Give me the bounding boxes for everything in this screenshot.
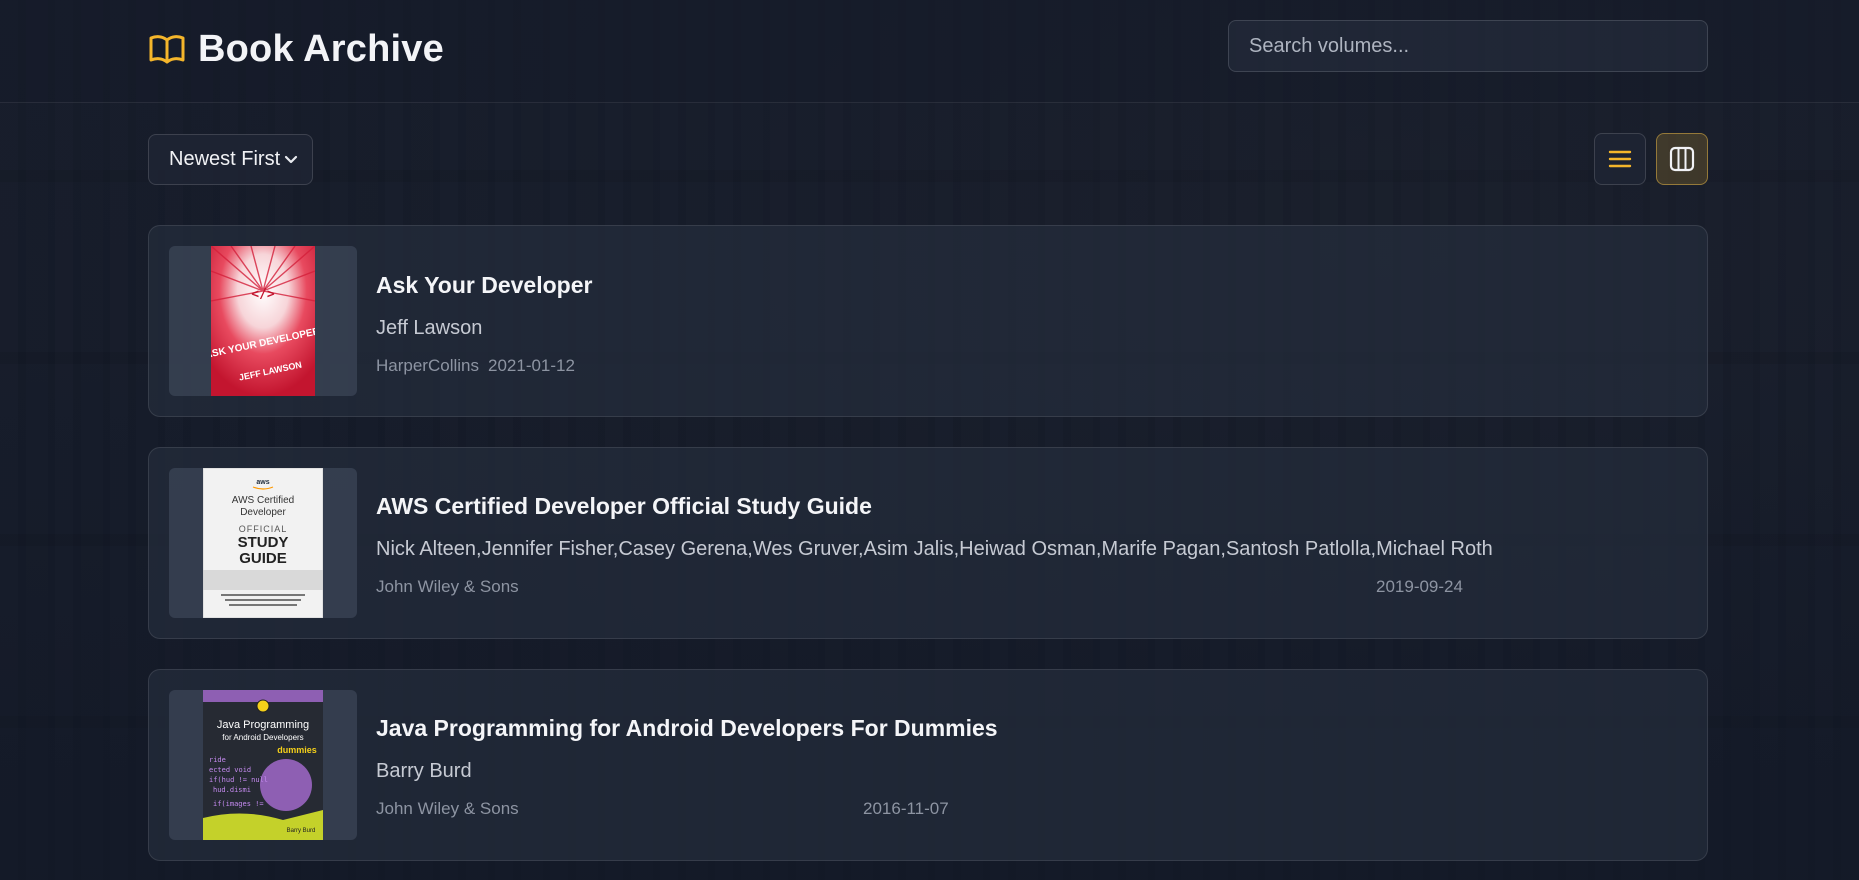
cover-frame: </> ASK YOUR DEVELOPER JEFF LAWSON [169, 246, 357, 396]
cover-line: Developer [240, 507, 286, 518]
cover-line: AWS Certified [232, 495, 294, 506]
cover-dummies-logo: dummies [277, 745, 317, 755]
cover-frame: aws AWS Certified Developer OFFICIAL STU… [169, 468, 357, 618]
cover-code-glyph: </> [251, 287, 275, 302]
svg-text:ride: ride [209, 756, 226, 764]
book-card[interactable]: aws AWS Certified Developer OFFICIAL STU… [148, 447, 1708, 639]
book-authors: Jeff Lawson [376, 317, 483, 339]
svg-text:hud.dismi: hud.dismi [213, 786, 251, 794]
book-publisher: HarperCollins [376, 356, 479, 375]
cover-line: for Android Developers [222, 733, 303, 742]
book-publisher: John Wiley & Sons [376, 799, 519, 818]
book-authors: Nick Alteen,Jennifer Fisher,Casey Gerena… [376, 538, 1493, 560]
book-cover-image: Java Programming for Android Developers … [203, 690, 323, 840]
book-date: 2021-01-12 [488, 356, 575, 375]
app-title: Book Archive [198, 27, 444, 70]
cover-line: STUDY [238, 534, 289, 551]
columns-icon [1669, 146, 1695, 172]
book-cover-image: </> ASK YOUR DEVELOPER JEFF LAWSON [211, 246, 315, 396]
app-header: Book Archive [0, 0, 1859, 103]
cover-line: GUIDE [239, 550, 287, 567]
sort-select[interactable]: Newest First [148, 134, 313, 185]
book-date: 2019-09-24 [1376, 577, 1463, 596]
list-view-button[interactable] [1594, 133, 1646, 185]
cover-aws-logo: aws [256, 479, 269, 486]
brand: Book Archive [148, 26, 444, 72]
cover-author-text: Barry Burd [287, 828, 316, 834]
cover-line: OFFICIAL [239, 524, 288, 534]
book-publisher: John Wiley & Sons [376, 577, 519, 596]
book-title[interactable]: Java Programming for Android Developers … [376, 715, 998, 742]
book-title[interactable]: AWS Certified Developer Official Study G… [376, 493, 872, 520]
book-authors: Barry Burd [376, 760, 472, 782]
book-cover-image: aws AWS Certified Developer OFFICIAL STU… [203, 468, 323, 618]
chevron-down-icon [284, 155, 298, 163]
svg-text:if(hud != null: if(hud != null [209, 776, 268, 784]
list-icon [1608, 150, 1632, 168]
svg-text:ected void: ected void [209, 766, 251, 774]
svg-text:if(images !=: if(images != [213, 800, 264, 808]
book-card[interactable]: </> ASK YOUR DEVELOPER JEFF LAWSON Ask Y… [148, 225, 1708, 417]
grid-view-button[interactable] [1656, 133, 1708, 185]
open-book-icon [149, 35, 185, 64]
cover-line: Java Programming [217, 719, 309, 731]
book-title[interactable]: Ask Your Developer [376, 272, 592, 299]
search-input[interactable] [1228, 20, 1708, 72]
book-date: 2016-11-07 [863, 799, 949, 818]
cover-frame: Java Programming for Android Developers … [169, 690, 357, 840]
sort-selected-label: Newest First [169, 148, 281, 170]
book-card[interactable]: Java Programming for Android Developers … [148, 669, 1708, 861]
